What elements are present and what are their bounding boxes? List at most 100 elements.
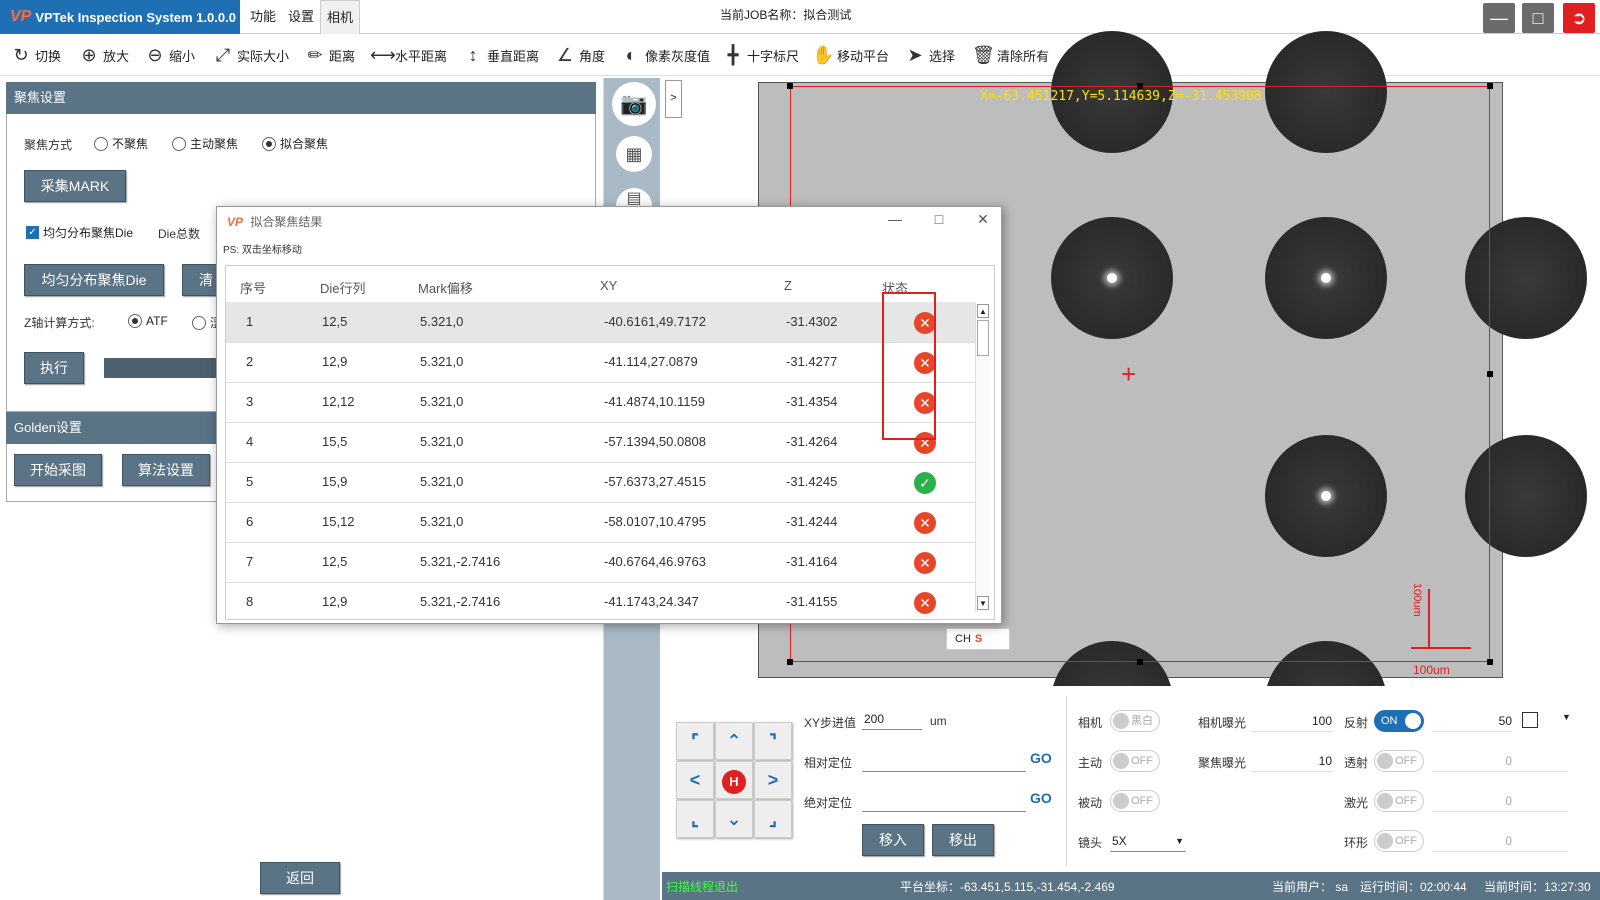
- expand-toggle-button[interactable]: >: [665, 80, 682, 118]
- switch-icon: ↻: [13, 44, 29, 65]
- home-button[interactable]: H: [715, 761, 753, 799]
- cell-mark: 5.321,0: [420, 354, 464, 369]
- roi-handle[interactable]: [1137, 659, 1143, 665]
- minimize-button[interactable]: —: [1483, 3, 1515, 33]
- tool-crosshair-ruler[interactable]: ╋ 十字标尺: [722, 42, 799, 68]
- dialog-maximize-button[interactable]: □: [927, 211, 951, 231]
- transmit-value-input[interactable]: 0: [1432, 750, 1512, 772]
- camera-icon[interactable]: 📷: [612, 82, 656, 126]
- scroll-down-icon[interactable]: ▼: [977, 596, 989, 610]
- table-row[interactable]: 8 12,9 5.321,-2.7416 -41.1743,24.347 -31.415…: [226, 582, 976, 619]
- maximize-button[interactable]: □: [1522, 3, 1554, 33]
- radio-active-focus[interactable]: 主动聚焦: [172, 135, 238, 154]
- execute-button[interactable]: 执行: [24, 352, 84, 384]
- transmit-select[interactable]: [1502, 750, 1568, 772]
- radio-atf[interactable]: ATF: [128, 314, 168, 331]
- move-up-button[interactable]: ⌃: [715, 722, 753, 760]
- tool-gray-value[interactable]: ◐ 像素灰度值: [620, 42, 710, 68]
- lens-select[interactable]: 5X ▼: [1110, 830, 1186, 852]
- ring-select[interactable]: [1502, 830, 1568, 852]
- algorithm-settings-button[interactable]: 算法设置: [122, 454, 210, 486]
- scroll-thumb[interactable]: [977, 320, 989, 356]
- status-bar: 扫描线程退出 平台坐标：-63.451,5.115,-31.454,-2.469…: [662, 872, 1600, 900]
- cell-no: 1: [246, 314, 254, 329]
- reflect-label: 反射: [1344, 716, 1369, 730]
- grid-list-icon[interactable]: ▦: [616, 136, 652, 172]
- table-row[interactable]: 7 12,5 5.321,-2.7416 -40.6764,46.9763 -31.41…: [226, 542, 976, 583]
- roi-handle[interactable]: [787, 659, 793, 665]
- tool-distance[interactable]: ✏ 距离: [304, 42, 355, 68]
- radio-fit-focus[interactable]: 拟合聚焦: [262, 135, 328, 154]
- move-left-button[interactable]: <: [676, 761, 714, 799]
- move-down-button[interactable]: ⌄: [715, 800, 753, 838]
- tool-angle[interactable]: ∠ 角度: [554, 42, 605, 68]
- laser-toggle[interactable]: OFF: [1374, 790, 1424, 812]
- passive-toggle[interactable]: OFF: [1110, 790, 1160, 812]
- go-absolute-icon[interactable]: GO: [1030, 790, 1052, 806]
- cell-no: 4: [246, 434, 254, 449]
- reflect-color-box[interactable]: [1522, 712, 1538, 728]
- tool-horizontal-distance[interactable]: ⟷ 水平距离: [370, 42, 447, 68]
- focus-exposure-input[interactable]: 10: [1252, 750, 1332, 772]
- laser-select[interactable]: [1502, 790, 1568, 812]
- tool-move-stage[interactable]: ✋ 移动平台: [812, 42, 889, 68]
- table-scrollbar[interactable]: ▲ ▼: [975, 304, 990, 612]
- transmit-toggle[interactable]: OFF: [1374, 750, 1424, 772]
- uniform-die-button[interactable]: 均匀分布聚焦Die: [24, 264, 164, 296]
- xy-step-unit: um: [930, 714, 947, 728]
- menu-function[interactable]: 功能: [244, 0, 282, 34]
- menu-camera[interactable]: 相机: [320, 0, 361, 34]
- scroll-up-icon[interactable]: ▲: [977, 304, 989, 318]
- roi-handle[interactable]: [1487, 83, 1493, 89]
- move-up-right-button[interactable]: ⌝: [754, 722, 792, 760]
- ime-indicator[interactable]: CH S: [946, 628, 1010, 650]
- move-up-left-button[interactable]: ⌜: [676, 722, 714, 760]
- table-row[interactable]: 2 12,9 5.321,0 -41.114,27.0879 -31.4277 ✕: [226, 342, 976, 383]
- active-toggle[interactable]: OFF: [1110, 750, 1160, 772]
- menu-settings[interactable]: 设置: [282, 0, 320, 34]
- tool-select[interactable]: ➤ 选择: [904, 42, 955, 68]
- exit-button[interactable]: ➲: [1563, 3, 1595, 33]
- collect-mark-button[interactable]: 采集MARK: [24, 170, 126, 202]
- reflect-toggle[interactable]: ON: [1374, 710, 1424, 732]
- table-row[interactable]: 6 15,12 5.321,0 -58.0107,10.4795 -31.4244 ✕: [226, 502, 976, 543]
- tool-actual-size[interactable]: ⤢ 实际大小: [212, 42, 289, 68]
- roi-handle[interactable]: [1487, 659, 1493, 665]
- camera-exposure-input[interactable]: 100: [1252, 710, 1332, 732]
- ring-value-input[interactable]: 0: [1432, 830, 1512, 852]
- table-row[interactable]: 5 15,9 5.321,0 -57.6373,27.4515 -31.4245 ✓: [226, 462, 976, 503]
- camera-mode-toggle[interactable]: 黑白: [1110, 710, 1160, 732]
- relative-position-input[interactable]: [862, 750, 1026, 772]
- tool-zoom-out[interactable]: ⊖ 缩小: [144, 42, 195, 68]
- start-capture-button[interactable]: 开始采图: [14, 454, 102, 486]
- table-row[interactable]: 1 12,5 5.321,0 -40.6161,49.7172 -31.4302 ✕: [226, 302, 976, 343]
- laser-value-input[interactable]: 0: [1432, 790, 1512, 812]
- uniform-die-checkbox[interactable]: ✓ 均匀分布聚焦Die: [26, 224, 133, 241]
- tool-switch[interactable]: ↻ 切换: [10, 42, 61, 68]
- dialog-close-button[interactable]: ✕: [971, 211, 995, 231]
- reflect-value-input[interactable]: 50: [1432, 710, 1512, 732]
- move-in-button[interactable]: 移入: [862, 824, 924, 856]
- cell-z: -31.4244: [786, 514, 838, 529]
- move-down-left-button[interactable]: ⌞: [676, 800, 714, 838]
- table-row[interactable]: 3 12,12 5.321,0 -41.4874,10.1159 -31.4354 ✕: [226, 382, 976, 423]
- roi-handle[interactable]: [787, 83, 793, 89]
- tool-clear-all[interactable]: 🗑 清除所有: [972, 42, 1049, 68]
- globe-icon[interactable]: ▤: [616, 188, 652, 208]
- table-row[interactable]: 4 15,5 5.321,0 -57.1394,50.0808 -31.4264 ✕: [226, 422, 976, 463]
- ring-toggle[interactable]: OFF: [1374, 830, 1424, 852]
- radio-no-focus[interactable]: 不聚焦: [94, 135, 148, 154]
- move-right-button[interactable]: >: [754, 761, 792, 799]
- move-out-button[interactable]: 移出: [932, 824, 994, 856]
- go-relative-icon[interactable]: GO: [1030, 750, 1052, 766]
- tool-zoom-in[interactable]: ⊕ 放大: [78, 42, 129, 68]
- fit-focus-result-dialog: VP 拟合聚焦结果 — □ ✕ PS: 双击坐标移动 序号 Die行列 Mark…: [216, 206, 1002, 624]
- roi-handle[interactable]: [1487, 371, 1493, 377]
- back-button[interactable]: 返回: [260, 862, 340, 894]
- move-down-right-button[interactable]: ⌟: [754, 800, 792, 838]
- chevron-down-icon[interactable]: ▼: [1562, 712, 1571, 722]
- tool-vertical-distance[interactable]: ↕ 垂直距离: [462, 42, 540, 68]
- dialog-minimize-button[interactable]: —: [883, 211, 907, 231]
- xy-step-input[interactable]: 200: [862, 708, 922, 730]
- absolute-position-input[interactable]: [862, 790, 1026, 812]
